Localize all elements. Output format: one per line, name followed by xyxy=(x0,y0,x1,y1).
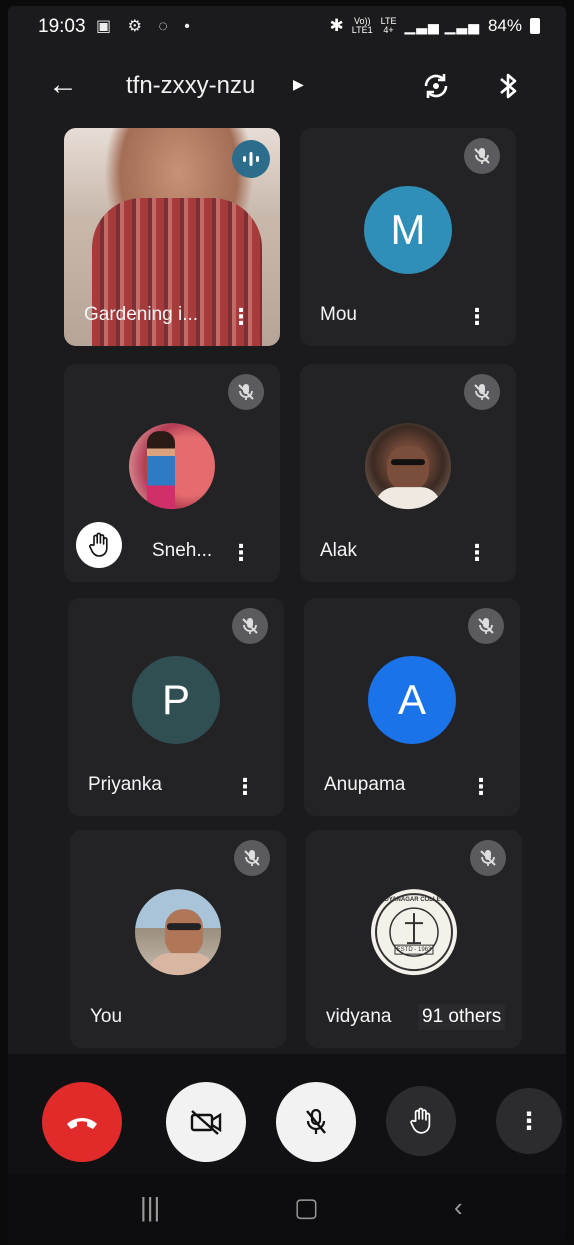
participant-name: Sneh... xyxy=(152,540,213,561)
participant-name: Priyanka xyxy=(88,774,162,795)
mic-off-icon xyxy=(468,608,504,644)
others-count[interactable]: 91 others xyxy=(418,1004,506,1030)
participant-tile-mou[interactable]: M Mou ⋮ xyxy=(300,128,516,346)
more-vert-icon: ⋮ xyxy=(517,1107,541,1135)
participant-tile-priyanka[interactable]: P Priyanka ⋮ xyxy=(68,598,284,816)
raise-hand-button[interactable] xyxy=(386,1086,456,1156)
avatar: M xyxy=(364,185,452,274)
notification-icons: ▣ ⚙ ◌ • xyxy=(96,18,196,35)
raised-hand-icon xyxy=(76,522,122,568)
logo-text-top: VIDYANAGAR COLLEGE xyxy=(378,897,450,904)
system-nav-bar: ||| ▢ ‹ xyxy=(8,1174,566,1242)
camera-off-icon xyxy=(190,1110,222,1135)
signal-icon: ▁▃▅ ▁▃▅ xyxy=(404,17,480,34)
participant-name: Alak xyxy=(320,540,357,561)
volte-indicator: Vo)) LTE1 xyxy=(351,16,373,35)
participant-tile-anupama[interactable]: A Anupama ⋮ xyxy=(304,598,520,816)
logo-text-mid: ESTD - 1963 xyxy=(396,947,432,954)
bluetooth-audio-icon[interactable] xyxy=(490,68,526,104)
more-options-icon[interactable]: ⋮ xyxy=(234,776,256,798)
status-bar: 19:03 ▣ ⚙ ◌ • ✱ Vo)) LTE1 LTE 4+ ▁▃▅ ▁▃▅ 8… xyxy=(8,6,566,46)
college-logo: VIDYANAGAR COLLEGE ESTD - 1963 xyxy=(371,889,457,976)
battery-icon xyxy=(530,18,540,34)
mic-off-icon xyxy=(464,374,500,410)
participant-tile-you[interactable]: You xyxy=(70,830,286,1048)
status-time: 19:03 xyxy=(38,16,86,37)
more-options-icon[interactable]: ⋮ xyxy=(230,306,252,328)
participant-tile-vidyana[interactable]: VIDYANAGAR COLLEGE ESTD - 1963 vidyana 9… xyxy=(306,830,522,1048)
switch-camera-icon[interactable] xyxy=(418,68,454,104)
home-icon[interactable]: ▢ xyxy=(294,1192,319,1223)
more-options-icon[interactable]: ⋮ xyxy=(470,776,492,798)
recent-apps-icon[interactable]: ||| xyxy=(140,1192,160,1223)
participant-tile-alak[interactable]: Alak ⋮ xyxy=(300,364,516,582)
camera-toggle-button[interactable] xyxy=(166,1082,246,1162)
mic-off-icon xyxy=(234,840,270,876)
participant-name: Gardening i... xyxy=(84,304,199,325)
mic-off-icon xyxy=(464,138,500,174)
more-options-icon[interactable]: ⋮ xyxy=(466,542,488,564)
more-options-button[interactable]: ⋮ xyxy=(496,1088,562,1154)
back-nav-icon[interactable]: ‹ xyxy=(454,1192,463,1223)
mic-off-icon xyxy=(232,608,268,644)
avatar: A xyxy=(368,655,456,744)
participant-name: vidyana xyxy=(326,1006,392,1027)
participant-tile-sneh[interactable]: Sneh... ⋮ xyxy=(64,364,280,582)
participant-name: Mou xyxy=(320,304,357,325)
mic-off-icon xyxy=(228,374,264,410)
avatar: P xyxy=(132,655,220,744)
avatar xyxy=(129,423,215,510)
more-options-icon[interactable]: ⋮ xyxy=(466,306,488,328)
status-right: ✱ Vo)) LTE1 LTE 4+ ▁▃▅ ▁▃▅ 84% xyxy=(330,16,540,36)
meeting-header: ← tfn-zxxy-nzu ▶ xyxy=(8,58,566,118)
caret-right-icon[interactable]: ▶ xyxy=(293,76,304,93)
bluetooth-icon: ✱ xyxy=(329,16,344,35)
avatar xyxy=(365,423,451,510)
mic-toggle-button[interactable] xyxy=(276,1082,356,1162)
lte-indicator: LTE 4+ xyxy=(380,16,397,35)
avatar xyxy=(135,889,221,976)
back-arrow-icon[interactable]: ← xyxy=(48,68,78,102)
hand-icon xyxy=(410,1107,431,1134)
battery-level: 84% xyxy=(487,16,522,35)
meeting-code[interactable]: tfn-zxxy-nzu xyxy=(126,72,255,100)
mic-off-icon xyxy=(470,840,506,876)
participant-name: Anupama xyxy=(324,774,406,795)
more-options-icon[interactable]: ⋮ xyxy=(230,542,252,564)
participant-tile-gardening[interactable]: Gardening i... ⋮ xyxy=(64,128,280,346)
participant-name: You xyxy=(90,1006,123,1027)
call-controls: ⋮ xyxy=(8,1054,566,1174)
mic-off-button-icon xyxy=(306,1108,326,1134)
end-call-button[interactable] xyxy=(42,1082,122,1162)
meet-screen: 19:03 ▣ ⚙ ◌ • ✱ Vo)) LTE1 LTE 4+ ▁▃▅ ▁▃▅ 8… xyxy=(8,6,566,1242)
speaking-indicator-icon xyxy=(232,140,270,178)
hangup-icon xyxy=(67,1118,97,1129)
